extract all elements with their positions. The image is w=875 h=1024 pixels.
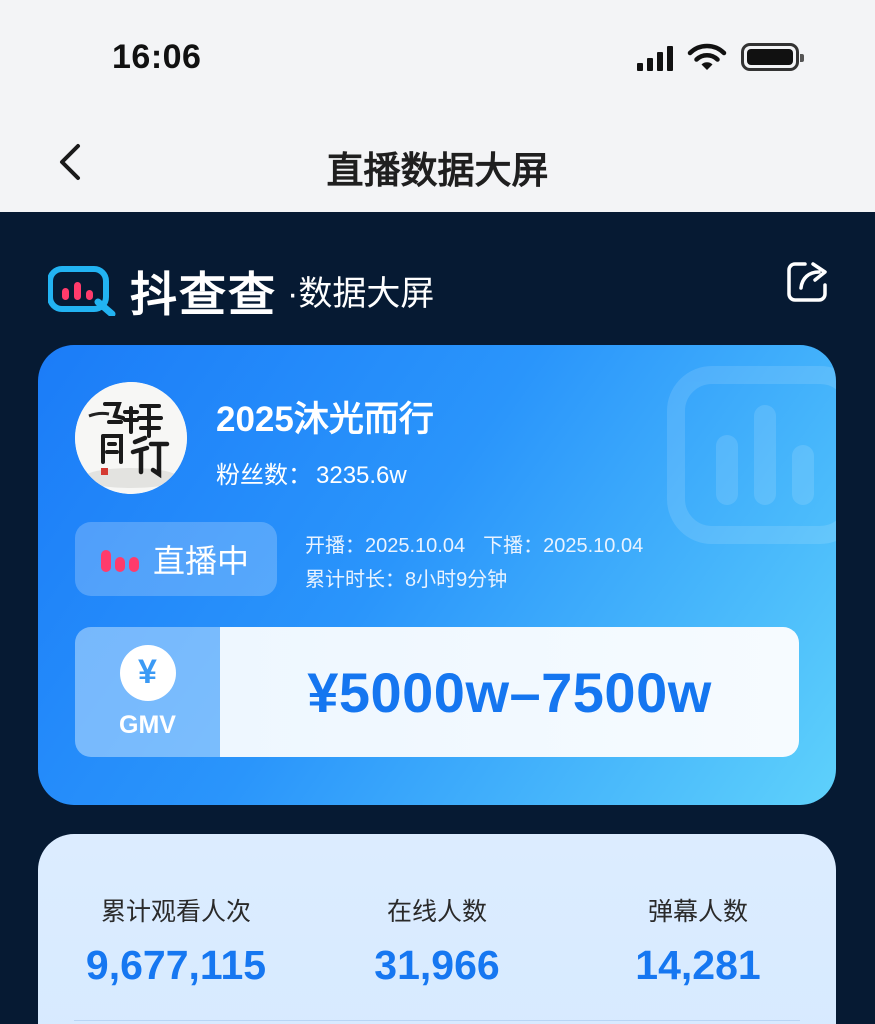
duration-label: 累计时长： [305,569,405,591]
start-date: 2025.10.04 [365,535,466,557]
duration-value: 8小时9分钟 [405,569,508,591]
stat-value: 9,677,115 [85,942,267,988]
card-decoration-icon [667,366,836,544]
fans-count: 粉丝数： 3235.6w [216,455,407,490]
battery-icon [741,43,804,71]
stats-divider [74,1020,800,1021]
gmv-label: GMV [119,710,176,739]
signal-icon [637,43,673,71]
stat-online-users: 在线人数 31,966 [307,892,567,989]
status-icons [637,42,804,72]
yen-icon: ¥ [119,644,176,701]
live-bars-icon [101,546,139,572]
status-bar: 16:06 [0,0,875,110]
share-icon [787,262,827,302]
gmv-value-block: ¥5000w–7500w [220,627,799,757]
stat-label: 在线人数 [386,898,487,926]
gmv-label-block: ¥ GMV [75,627,220,757]
gmv-panel: ¥ GMV ¥5000w–7500w [75,627,799,757]
end-label: 下播： [483,535,544,557]
gmv-value: ¥5000w–7500w [307,660,712,724]
stat-value: 31,966 [374,942,500,988]
status-time: 16:06 [112,38,202,76]
stat-label: 弹幕人数 [647,898,748,926]
live-status-badge[interactable]: 直播中 [75,522,277,596]
page-title: 直播数据大屏 [326,150,549,191]
end-date: 2025.10.04 [543,535,644,557]
brand-subtitle: ·数据大屏 [287,275,435,313]
stat-value: 14,281 [635,942,761,988]
brand-name: 抖查查 [130,268,277,321]
wifi-icon [687,43,727,70]
live-info-card: 2025沐光而行 粉丝数： 3235.6w 直播中 开播：2025.10.04 下播… [38,345,836,805]
anchor-avatar[interactable] [75,382,187,494]
stat-total-views: 累计观看人次 9,677,115 [46,892,306,989]
dashboard-screen: 抖查查 ·数据大屏 2025沐光而行 粉丝数： 3235.6w 直播中 开播：2… [0,212,875,1024]
live-times: 开播：2025.10.04 下播：2025.10.04 累计时长：8小时9分钟 [305,529,643,597]
brand-header: 抖查查 ·数据大屏 [48,256,434,325]
fans-value: 3235.6w [316,462,407,489]
nav-bar: 直播数据大屏 [0,110,875,212]
live-status-label: 直播中 [153,543,250,579]
brand-logo-icon [48,265,116,316]
anchor-name: 2025沐光而行 [216,400,434,439]
share-button[interactable] [785,258,833,306]
avatar-calligraphy-image [75,382,187,494]
stat-label: 累计观看人次 [100,898,251,926]
start-label: 开播： [305,535,365,557]
stats-card: 累计观看人次 9,677,115 在线人数 31,966 弹幕人数 14,281 [38,834,836,1024]
fans-label: 粉丝数： [216,462,312,489]
stat-danmaku-users: 弹幕人数 14,281 [568,892,828,989]
